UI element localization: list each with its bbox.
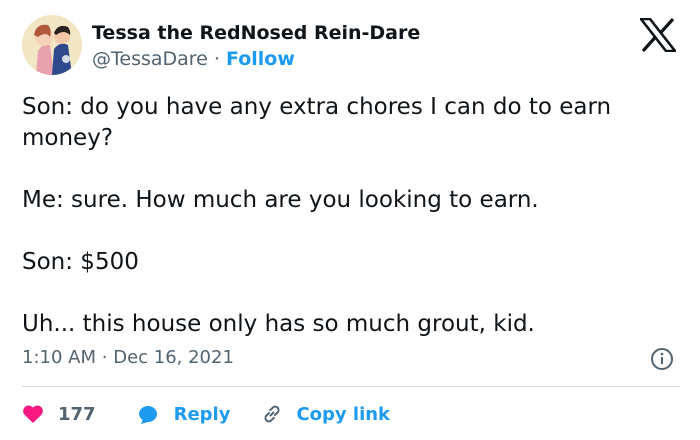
handle-separator: · <box>213 48 220 70</box>
reply-button[interactable]: Reply <box>136 403 231 425</box>
avatar-illustration <box>22 15 82 75</box>
copy-link-button[interactable]: Copy link <box>260 402 390 426</box>
copy-link-label: Copy link <box>296 403 391 425</box>
divider <box>22 386 680 387</box>
tweet-date: Dec 16, 2021 <box>113 347 234 368</box>
timestamp-separator: · <box>101 347 108 368</box>
like-count: 177 <box>58 403 96 425</box>
link-icon <box>264 405 280 423</box>
x-logo-icon[interactable] <box>640 18 676 52</box>
action-bar: 177 Reply Copy link <box>22 400 390 428</box>
speech-bubble-icon <box>138 406 157 424</box>
info-icon[interactable] <box>650 347 674 371</box>
tweet-paragraph: Uh... this house only has so much grout,… <box>22 311 535 337</box>
heart-icon <box>23 405 43 423</box>
tweet-paragraph: Me: sure. How much are you looking to ea… <box>22 187 539 213</box>
tweet-paragraph: Son: $500 <box>22 249 139 275</box>
follow-button[interactable]: Follow <box>226 48 295 70</box>
author-handle[interactable]: @TessaDare <box>92 48 208 70</box>
like-button[interactable]: 177 <box>22 404 96 425</box>
avatar[interactable] <box>22 15 82 75</box>
tweet-time: 1:10 AM <box>22 347 96 368</box>
reply-label: Reply <box>173 403 231 425</box>
handle-row: @TessaDare · Follow <box>92 48 295 70</box>
tweet-text: Son: do you have any extra chores I can … <box>22 92 687 340</box>
tweet-timestamp[interactable]: 1:10 AM · Dec 16, 2021 <box>22 347 234 368</box>
author-name[interactable]: Tessa the RedNosed Rein-Dare <box>92 22 420 44</box>
tweet-paragraph: Son: do you have any extra chores I can … <box>22 94 612 151</box>
